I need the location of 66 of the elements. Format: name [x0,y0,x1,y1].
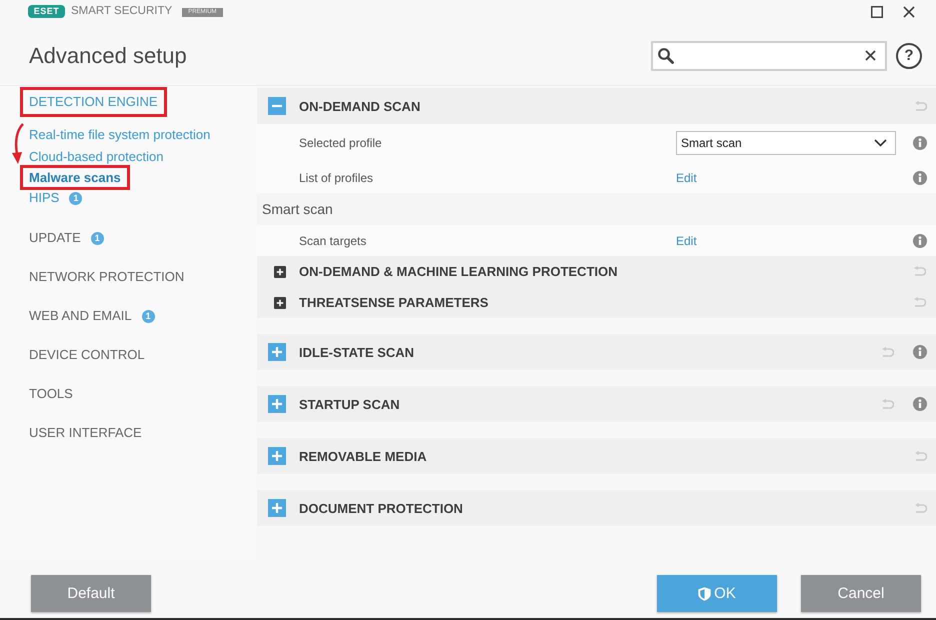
info-icon[interactable] [913,234,927,248]
info-icon[interactable] [913,136,927,150]
maximize-button[interactable] [871,6,883,18]
nav-item[interactable]: TOOLS [29,384,73,404]
chevron-down-icon [874,139,887,147]
annotation-arrow [11,123,27,165]
nav-item[interactable]: DEVICE CONTROL [29,345,145,365]
section-title: REMOVABLE MEDIA [299,448,427,464]
nav-subitem[interactable]: Cloud-based protection [29,146,164,168]
section-header[interactable]: IDLE-STATE SCAN [257,334,936,370]
undo-icon[interactable] [915,502,927,514]
nav-subitem[interactable]: HIPS 1 [29,187,82,209]
undo-icon[interactable] [882,398,894,410]
info-icon[interactable] [913,345,927,359]
nav-item[interactable]: USER INTERFACE [29,423,142,443]
page-title: Advanced setup [29,42,187,68]
subsection-header[interactable]: THREATSENSE PARAMETERS [257,287,936,318]
nav-subitem[interactable]: Malware scans [20,165,130,190]
nav-item[interactable]: UPDATE 1 [29,228,104,248]
plus-icon[interactable] [274,266,286,278]
undo-icon[interactable] [882,346,894,358]
section-title: DOCUMENT PROTECTION [299,500,463,516]
plus-icon[interactable] [274,296,286,308]
maximize-icon [871,6,883,18]
notification-badge: 1 [90,232,104,244]
nav-item[interactable]: NETWORK PROTECTION [29,267,184,287]
close-icon[interactable] [865,50,876,61]
subsection-header[interactable]: ON-DEMAND & MACHINE LEARNING PROTECTION [257,256,936,287]
section-header[interactable]: DOCUMENT PROTECTION [257,490,936,526]
edit-link[interactable]: Edit [676,170,697,184]
undo-icon[interactable] [915,100,927,112]
secondary-button[interactable]: Default [31,575,151,612]
setting-label: Selected profile [299,136,383,150]
section-title: IDLE-STATE SCAN [299,344,414,360]
info-icon[interactable] [913,170,927,184]
notification-badge: 1 [142,310,155,322]
shield-icon [698,586,712,600]
help-button[interactable]: ? [896,42,922,68]
undo-icon[interactable] [915,450,927,462]
section-title: STARTUP SCAN [299,396,400,412]
setting-label: List of profiles [299,170,374,184]
undo-icon[interactable] [914,266,926,277]
close-button[interactable] [903,6,915,18]
profile-dropdown[interactable]: Smart scan [676,131,896,155]
search-icon [658,48,674,64]
section-header[interactable]: REMOVABLE MEDIA [257,438,936,474]
info-icon[interactable] [913,397,927,411]
nav-item[interactable]: DETECTION ENGINE [20,87,167,117]
primary-button[interactable]: OK [657,575,777,612]
close-icon [903,6,915,18]
search-field[interactable] [651,40,887,70]
minus-icon[interactable] [268,97,286,115]
product-name: SMART SECURITY [71,5,172,18]
subsection-title: ON-DEMAND & MACHINE LEARNING PROTECTION [299,264,618,279]
section-title: ON-DEMAND SCAN [299,98,420,114]
section-header[interactable]: ON-DEMAND SCAN [257,88,936,124]
undo-icon[interactable] [914,297,926,308]
edit-link[interactable]: Edit [676,234,697,248]
nav-item[interactable]: WEB AND EMAIL 1 [29,306,155,326]
nav-subitem[interactable]: Real-time file system protection [29,124,210,146]
product-logo: ESET [28,5,65,18]
secondary-button[interactable]: Cancel [801,575,921,612]
setting-label: Scan targets [299,234,368,248]
subsection-title: THREATSENSE PARAMETERS [299,295,488,310]
section-header[interactable]: STARTUP SCAN [257,386,936,422]
notification-badge: 1 [69,192,82,204]
